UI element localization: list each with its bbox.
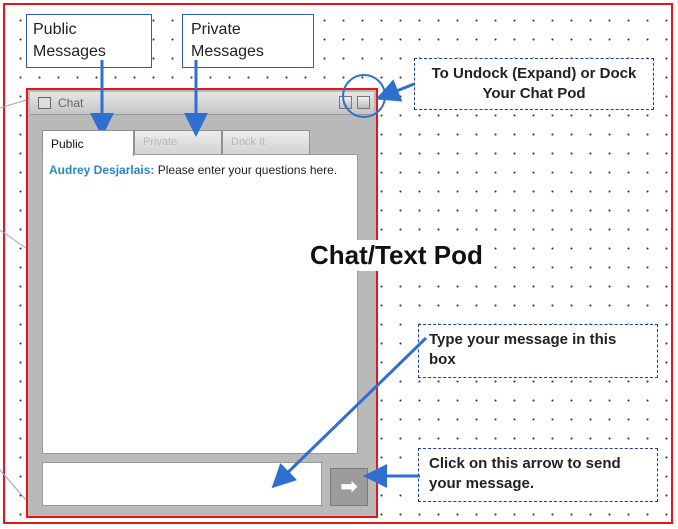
chat-pod-titlebar: Chat bbox=[30, 92, 374, 115]
chat-message-area: Audrey Desjarlais: Please enter your que… bbox=[42, 154, 358, 454]
send-arrow-icon: ➡ bbox=[340, 476, 358, 498]
message-speaker: Audrey Desjarlais: bbox=[49, 163, 155, 177]
callout-undock: To Undock (Expand) or Dock Your Chat Pod bbox=[414, 58, 654, 110]
callout-private-messages: Private Messages bbox=[182, 14, 314, 68]
undock-button[interactable] bbox=[357, 96, 370, 109]
callout-type-message: Type your message in this box bbox=[418, 324, 658, 378]
pod-heading: Chat/Text Pod bbox=[310, 240, 483, 271]
tab-public[interactable]: Public bbox=[42, 130, 134, 156]
chat-pod-title: Chat bbox=[58, 96, 84, 110]
chat-pod: Chat Public Private Dock It Audrey Desja… bbox=[26, 88, 378, 518]
tab-private[interactable]: Private bbox=[134, 130, 222, 154]
pod-menu-button[interactable] bbox=[339, 96, 352, 109]
message-text: Please enter your questions here. bbox=[154, 163, 338, 177]
callout-send-arrow: Click on this arrow to send your message… bbox=[418, 448, 658, 502]
send-button[interactable]: ➡ bbox=[330, 468, 368, 506]
chat-icon bbox=[38, 97, 51, 109]
chat-input-box[interactable] bbox=[42, 462, 322, 506]
tab-dock-it[interactable]: Dock It bbox=[222, 130, 310, 154]
callout-public-messages: Public Messages bbox=[26, 14, 152, 68]
